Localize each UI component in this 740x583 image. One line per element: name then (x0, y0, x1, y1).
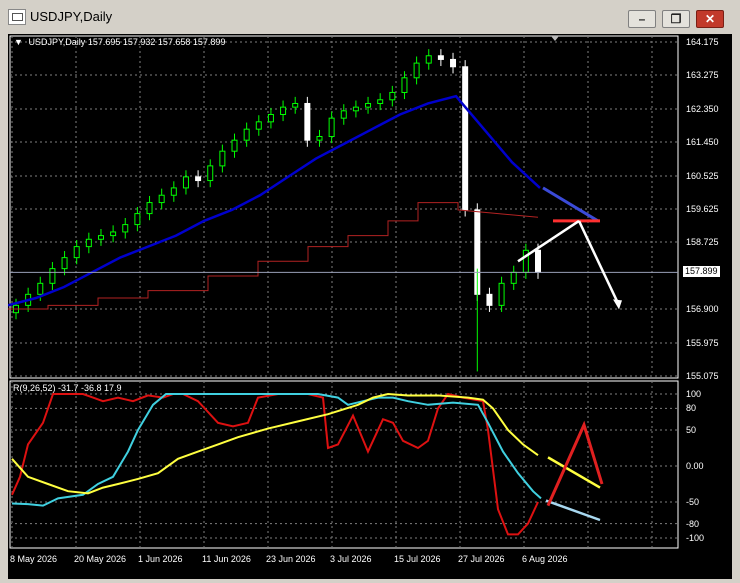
time-tick-label: 15 Jul 2026 (394, 554, 441, 564)
indicator-tick-label: 0.00 (686, 461, 704, 471)
candle-body (340, 110, 347, 119)
price-tick-label: 158.725 (686, 237, 719, 248)
candle-body (85, 238, 92, 248)
candle-body (61, 257, 68, 270)
candle-body (219, 150, 226, 167)
time-tick-label: 23 Jun 2026 (266, 554, 316, 564)
main-panel-frame (9, 35, 679, 379)
indicator-tick-label: -80 (686, 518, 700, 529)
price-tick-label: 161.450 (686, 137, 719, 148)
indicator-tick-label: -100 (686, 533, 705, 543)
candle-body (255, 121, 262, 130)
time-tick-label: 3 Jul 2026 (330, 554, 372, 564)
candle-body (280, 106, 287, 115)
current-price-label: 157.899 (683, 266, 720, 277)
chart-shift-marker (551, 36, 559, 41)
indicator-tick-label: 100 (686, 389, 702, 399)
forecast-white-line (517, 219, 580, 263)
time-tick-label: 1 Jun 2026 (138, 554, 183, 564)
candle-body (486, 293, 493, 306)
time-tick-label: 27 Jul 2026 (458, 554, 505, 564)
window-title: USDJPY,Daily (30, 9, 113, 24)
candle-body (413, 62, 420, 79)
price-tick-label: 164.175 (686, 37, 719, 47)
candle-body (316, 136, 323, 141)
minimize-icon: – (638, 12, 646, 26)
candle-body (365, 102, 372, 108)
baseline-step-line (8, 202, 539, 310)
indicator-tick-label: 50 (686, 425, 697, 435)
candle-body (195, 176, 202, 182)
candle-body (292, 102, 299, 108)
candle-body (182, 176, 189, 189)
indicator-cyan-forecast (545, 499, 601, 522)
chart-ohlc: 157.695 157.932 157.658 157.899 (87, 37, 226, 47)
price-tick-label: 156.900 (686, 304, 719, 315)
price-tick-label: 159.625 (686, 204, 719, 214)
candle-body (37, 282, 44, 295)
time-tick-label: 11 Jun 2026 (202, 554, 251, 564)
forecast-arrowhead (613, 299, 622, 310)
candle-body (267, 113, 274, 123)
window-titlebar: USDJPY,Daily – ❐ ✕ (0, 0, 740, 34)
forecast-white-arrow (577, 220, 621, 306)
candle-body (158, 194, 165, 204)
candle-body (389, 91, 396, 101)
chart-canvas[interactable] (8, 34, 732, 579)
candle-body (462, 66, 469, 211)
candle-body (352, 106, 359, 112)
candle-body (425, 55, 432, 64)
indicator-tick-label: 80 (686, 403, 697, 414)
collapse-triangle-icon[interactable]: ▼ (14, 37, 23, 47)
candle-body (498, 282, 505, 306)
indicator-cyan-line (11, 393, 542, 507)
time-tick-label: 8 May 2026 (10, 554, 58, 564)
restore-button[interactable]: ❐ (662, 10, 690, 28)
candle-body (231, 139, 238, 152)
price-tick-label: 162.350 (686, 103, 719, 114)
candle-body (207, 165, 214, 182)
candle-body (97, 235, 104, 240)
candle-body (122, 224, 129, 233)
price-tick-label: 160.525 (686, 170, 719, 181)
restore-icon: ❐ (670, 12, 682, 26)
candle-body (49, 268, 56, 284)
close-icon: ✕ (704, 12, 716, 26)
forecast-blue-line (542, 186, 599, 223)
candle-body (170, 187, 177, 196)
candle-body (146, 202, 153, 215)
price-tick-label: 163.275 (686, 70, 719, 81)
candle-body (535, 249, 541, 273)
indicator-yellow-forecast (547, 456, 601, 489)
chart-header: ▼ USDJPY,Daily 157.695 157.932 157.658 1… (14, 37, 225, 47)
candle-body (510, 271, 517, 284)
chart-area[interactable] (8, 34, 732, 579)
candle-body (401, 77, 408, 93)
indicator-yellow-line (11, 392, 539, 495)
candle-body (450, 58, 457, 68)
indicator-tick-label: -50 (686, 497, 700, 507)
chart-window-icon (8, 9, 26, 25)
minimize-button[interactable]: – (628, 10, 656, 28)
indicator-red-forecast (546, 420, 604, 507)
candle-body (134, 213, 141, 226)
candle-body (243, 128, 250, 141)
price-tick-label: 155.075 (686, 371, 719, 381)
time-tick-label: 6 Aug 2026 (522, 554, 568, 564)
candle-body (110, 231, 117, 237)
candle-body (437, 55, 444, 60)
indicator-panel-frame (9, 380, 679, 549)
indicator-red-line (11, 392, 539, 536)
candle-body (377, 99, 384, 104)
candle-body (304, 102, 311, 141)
time-tick-label: 20 May 2026 (74, 554, 127, 564)
close-button[interactable]: ✕ (696, 10, 724, 28)
chart-symbol-period: USDJPY,Daily (28, 37, 86, 47)
price-tick-label: 155.975 (686, 337, 719, 348)
indicator-header: R(9,26,52) -31.7 -36.8 17.9 (13, 383, 122, 393)
candle-body (328, 117, 335, 138)
candle-body (73, 246, 80, 259)
